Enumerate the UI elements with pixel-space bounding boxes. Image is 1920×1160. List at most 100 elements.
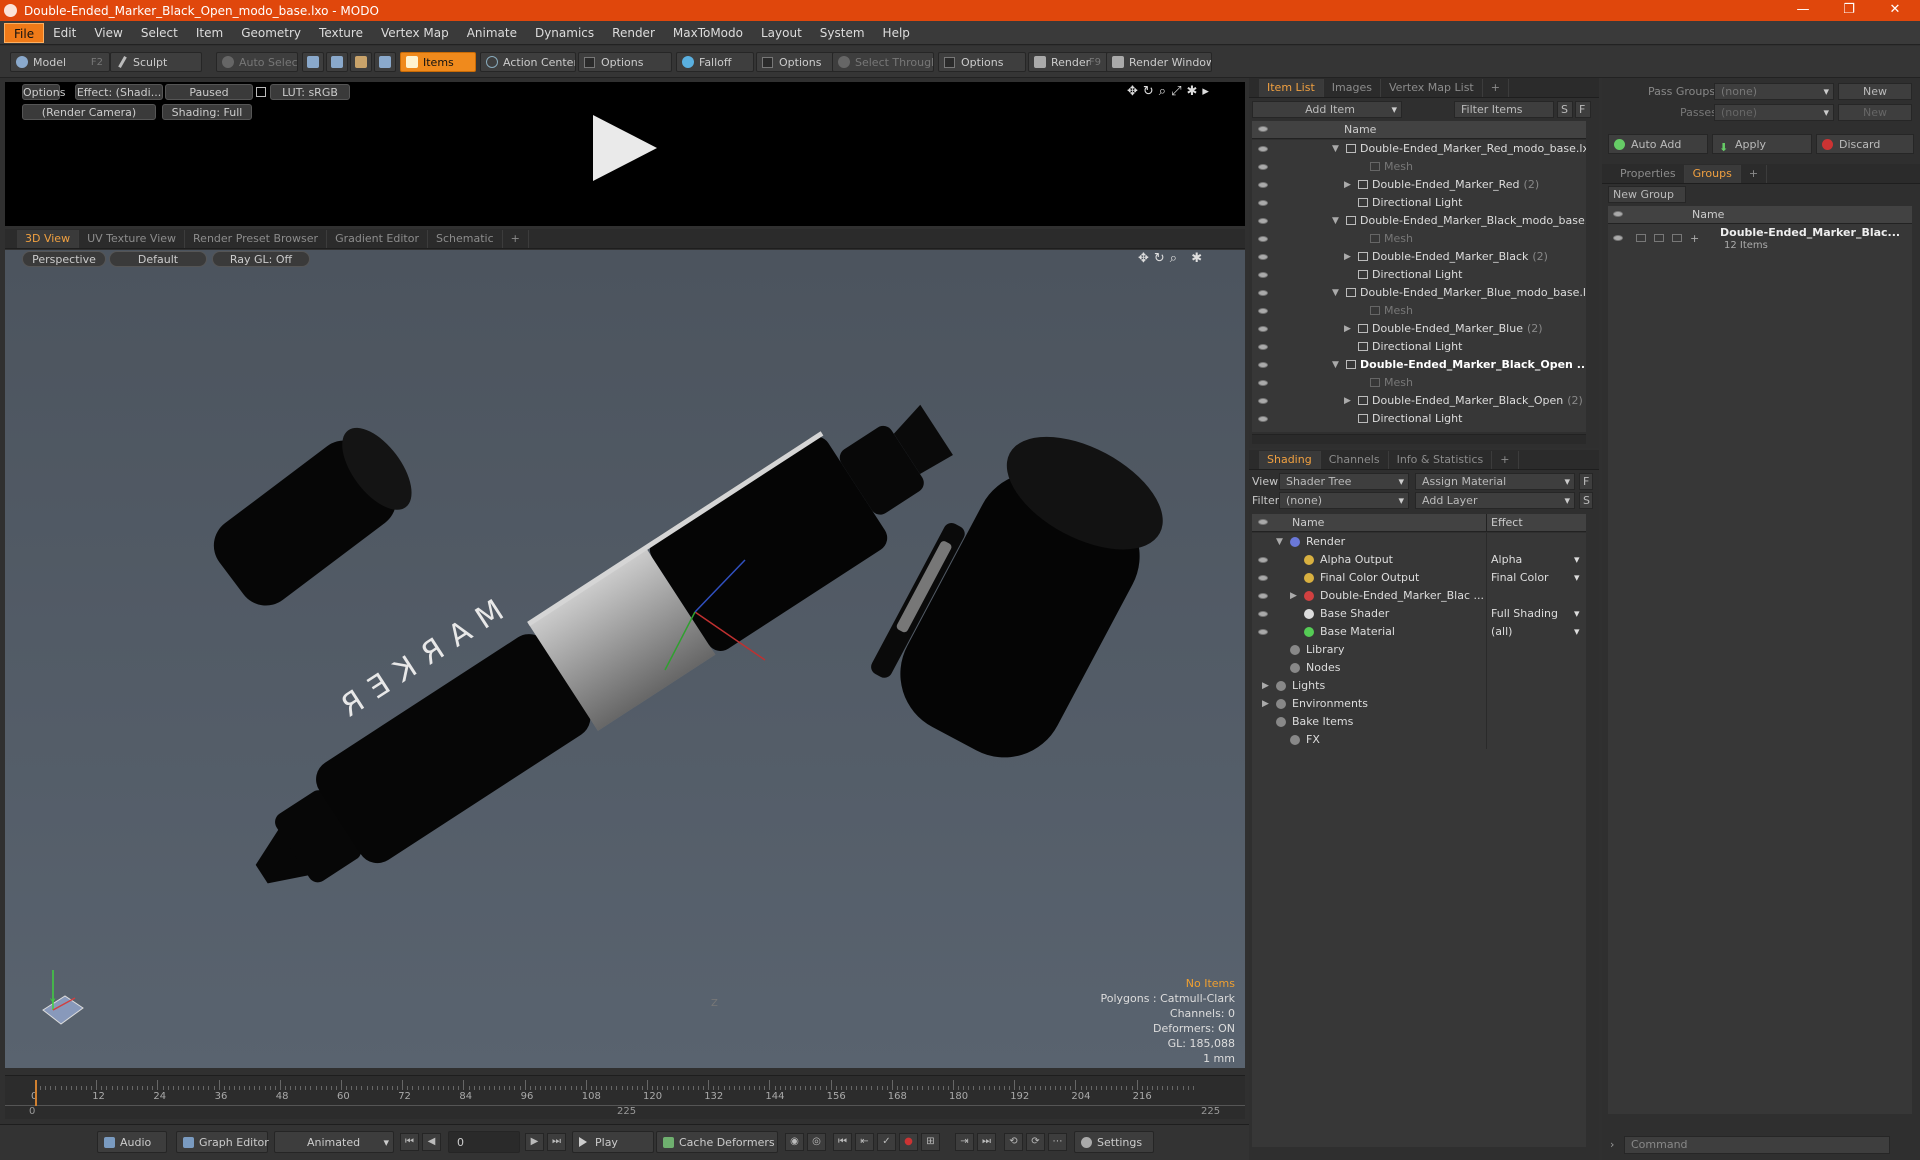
shader-tree-row[interactable]: Nodes [1252,659,1586,677]
eye-icon[interactable] [1258,218,1268,224]
timeline-ruler[interactable]: 0122436486072849610812013214415616818019… [5,1080,1245,1106]
animated-dropdown[interactable]: Animated [274,1131,394,1153]
tab-vertex-map-list[interactable]: Vertex Map List [1381,79,1483,97]
eye-icon[interactable] [1258,164,1268,170]
shader-tree-row[interactable]: Bake Items [1252,713,1586,731]
item-list-row[interactable]: Mesh [1252,158,1586,176]
eye-icon[interactable] [1258,326,1268,332]
polygons-mode-button[interactable] [350,52,372,72]
item-list-row[interactable]: ▼ Double-Ended_Marker_Blue_modo_base.lxo [1252,284,1586,302]
preview-paused-button[interactable]: Paused [165,84,253,100]
group-render-toggle[interactable] [1636,234,1646,242]
shader-tree-rows[interactable]: ▼ Render Alpha Output Alpha ▾ Final Color Out… [1252,533,1586,1147]
expand-icon[interactable]: ▶ [1344,248,1351,266]
item-list-scrollbar[interactable] [1252,434,1586,444]
item-list-row[interactable]: ▶ Double-Ended_Marker_Red (2) [1252,176,1586,194]
shader-tree-row[interactable]: ▶ Lights [1252,677,1586,695]
chevron-down-icon[interactable]: ▾ [1574,569,1580,587]
preview-effect-dropdown[interactable]: Effect: (Shadi... [75,84,163,100]
preview-view-controls[interactable]: ✥↻⌕⤢✱▸ [1127,84,1214,99]
tab-channels[interactable]: Channels [1321,451,1389,469]
filter-items-field[interactable]: Filter Items [1454,101,1554,118]
tab-groups[interactable]: Groups [1684,165,1741,183]
previous-key-button[interactable]: ◀ [422,1133,441,1151]
group-lock-toggle[interactable] [1654,234,1664,242]
key-prev-icon[interactable]: ⇤ [855,1133,874,1151]
model-mode-button[interactable]: Model F2 [10,52,110,72]
menu-help[interactable]: Help [874,23,919,43]
play-button[interactable]: Play [572,1131,654,1153]
loop-icon[interactable]: ⟲ [1004,1133,1023,1151]
add-item-dropdown[interactable]: Add Item [1252,101,1402,118]
collapse-icon[interactable]: ▼ [1332,356,1339,374]
new-pass-button[interactable]: New [1838,104,1912,121]
menu-view[interactable]: View [85,23,131,43]
item-list-row[interactable]: ▶ Double-Ended_Marker_Black (2) [1252,248,1586,266]
add-layer-dropdown[interactable]: Add Layer [1415,492,1575,509]
next-key-button[interactable]: ▶ [525,1133,544,1151]
items-mode-button[interactable]: Items [400,52,476,72]
menu-system[interactable]: System [811,23,874,43]
item-list-row[interactable]: Mesh [1252,302,1586,320]
eye-icon[interactable] [1258,308,1268,314]
tab-uv-texture-view[interactable]: UV Texture View [79,230,186,248]
menu-item[interactable]: Item [187,23,232,43]
shader-tree-row[interactable]: ▶ Double-Ended_Marker_Blac ... [1252,587,1586,605]
chevron-down-icon[interactable]: ▾ [1574,623,1580,641]
groups-list[interactable]: + Double-Ended_Marker_Blac... 12 Items [1608,224,1912,1114]
eye-icon[interactable] [1258,254,1268,260]
eye-icon[interactable] [1258,272,1268,278]
shading-s-button[interactable]: S [1579,492,1593,509]
eye-icon[interactable] [1258,344,1268,350]
key-next-icon[interactable]: ⇥ [955,1133,974,1151]
shader-tree-row[interactable]: ▼ Render [1252,533,1586,551]
effect-dropdown[interactable]: Alpha [1486,551,1586,569]
shading-dropdown[interactable]: Shading: Full [162,104,252,120]
eye-icon[interactable] [1258,398,1268,404]
discard-button[interactable]: Discard [1816,134,1914,154]
menu-animate[interactable]: Animate [458,23,526,43]
close-button[interactable]: ✕ [1872,0,1918,21]
render-window-button[interactable]: Render Window [1106,52,1212,72]
eye-icon[interactable] [1258,611,1268,617]
tab-info-statistics[interactable]: Info & Statistics [1389,451,1493,469]
lut-dropdown[interactable]: LUT: sRGB [270,84,350,100]
key-icon[interactable]: ✓ [877,1133,896,1151]
eye-icon[interactable] [1258,362,1268,368]
shader-view-dropdown[interactable]: Shader Tree [1279,473,1409,490]
collapse-icon[interactable]: ▼ [1276,533,1283,551]
bounce-icon[interactable]: ⟳ [1026,1133,1045,1151]
effect-dropdown[interactable]: Final Color [1486,569,1586,587]
expand-icon[interactable]: ▶ [1262,677,1269,695]
eye-icon[interactable] [1258,146,1268,152]
shader-tree-row[interactable]: FX [1252,731,1586,749]
tab-images[interactable]: Images [1324,79,1381,97]
minimize-button[interactable]: — [1780,0,1826,21]
render-camera-dropdown[interactable]: (Render Camera) [22,104,156,120]
chevron-down-icon[interactable]: ▾ [1574,551,1580,569]
next-frame-icon[interactable]: ⏭ [977,1133,996,1151]
shader-tree-row[interactable]: Final Color Output Final Color ▾ [1252,569,1586,587]
menu-file[interactable]: File [4,22,45,43]
current-frame-field[interactable]: 0 [448,1131,520,1153]
go-to-start-button[interactable]: ⏮ [400,1133,419,1151]
expand-icon[interactable]: + [1690,232,1699,245]
item-list-row[interactable]: Directional Light [1252,266,1586,284]
vertices-mode-button[interactable] [302,52,324,72]
tab-properties[interactable]: Properties [1612,165,1685,183]
item-list-row[interactable]: ▼ Double-Ended_Marker_Red_modo_base.lxo [1252,140,1586,158]
item-list-rows[interactable]: ▼ Double-Ended_Marker_Red_modo_base.lxo Me… [1252,140,1586,432]
collapse-icon[interactable]: ▼ [1332,140,1339,158]
assign-material-dropdown[interactable]: Assign Material [1415,473,1575,490]
eye-icon[interactable] [1258,629,1268,635]
add-tab-button[interactable]: + [1483,79,1509,97]
name-column-header[interactable]: Name [1692,206,1724,223]
eye-icon[interactable] [1258,182,1268,188]
shading-filter-dropdown[interactable]: (none) [1279,492,1409,509]
materials-mode-button[interactable] [374,52,396,72]
graph-editor-button[interactable]: Graph Editor [176,1131,269,1153]
tab-shading[interactable]: Shading [1259,451,1321,469]
expand-icon[interactable]: ▶ [1344,176,1351,194]
menu-geometry[interactable]: Geometry [232,23,310,43]
group-select-toggle[interactable] [1672,234,1682,242]
